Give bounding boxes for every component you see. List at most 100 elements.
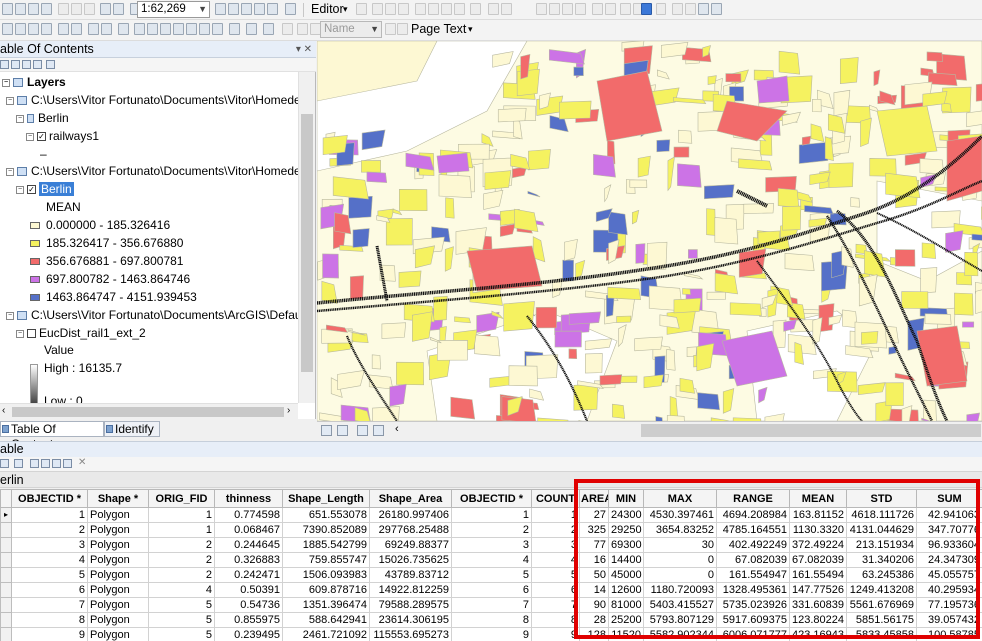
table-cell[interactable]: 8 <box>11 612 88 628</box>
copy-icon[interactable] <box>71 3 82 15</box>
table-cell[interactable]: Polygon <box>87 567 149 583</box>
table-cell[interactable]: 331.60839 <box>789 597 847 613</box>
catalog-window-icon[interactable] <box>241 3 252 15</box>
column-header[interactable]: MEAN <box>789 489 847 508</box>
layout-view-icon[interactable] <box>337 425 348 436</box>
legend-class-1[interactable]: 0.000000 - 185.326416 <box>30 216 170 234</box>
table-cell[interactable]: 161.55494 <box>789 567 847 583</box>
toc-layer-railways[interactable]: − ✓ railways1 <box>26 127 99 145</box>
html-popup-icon[interactable] <box>212 23 223 35</box>
related-tables-icon[interactable] <box>14 459 23 468</box>
toc-layer-berlin[interactable]: − ✓ Berlin <box>16 180 74 198</box>
back-arrow-icon[interactable] <box>88 23 99 35</box>
measure-icon[interactable] <box>620 3 631 15</box>
chevron-right-icon[interactable]: › <box>287 405 290 416</box>
visibility-checkbox[interactable]: ✓ <box>37 132 46 142</box>
refresh-map-icon[interactable] <box>357 425 368 436</box>
table-cell[interactable]: 12600 <box>608 582 644 598</box>
new-document-icon[interactable] <box>2 3 13 15</box>
column-header[interactable]: OBJECTID * <box>11 489 88 508</box>
table-cell[interactable]: 90 <box>579 597 609 613</box>
table-cell[interactable]: 16 <box>579 552 609 568</box>
table-cell[interactable]: 2461.721092 <box>282 627 370 641</box>
table-cell[interactable]: 1 <box>148 522 215 538</box>
visibility-checkbox[interactable]: ✓ <box>27 185 36 195</box>
chart-icon[interactable] <box>685 3 696 15</box>
table-cell[interactable]: Polygon <box>87 537 149 553</box>
table-cell[interactable]: 77.195736 <box>916 597 982 613</box>
table-cell[interactable]: 67.082039 <box>716 552 790 568</box>
map-canvas[interactable] <box>317 41 982 421</box>
table-cell[interactable]: 8 <box>531 612 580 628</box>
table-cell[interactable]: 1328.495361 <box>716 582 790 598</box>
cut-icon[interactable] <box>58 3 69 15</box>
table-row[interactable]: 8 Polygon 5 0.855975 588.642941 23614.306195 8… <box>0 612 982 628</box>
table-row[interactable]: ▸ 1 Polygon 1 0.774598 651.553078 26180.997406… <box>0 507 982 523</box>
search-window-icon[interactable] <box>254 3 265 15</box>
create-features-icon[interactable] <box>470 3 481 15</box>
table-cell[interactable]: 77 <box>579 537 609 553</box>
table-cell[interactable]: 1 <box>11 507 88 523</box>
table-cell[interactable]: 24300 <box>608 507 644 523</box>
table-cell[interactable]: 27 <box>579 507 609 523</box>
split-tool-icon[interactable] <box>415 3 426 15</box>
table-cell[interactable]: 402.492249 <box>716 537 790 553</box>
table-cell[interactable]: 43789.83712 <box>369 567 452 583</box>
trace-icon[interactable] <box>398 3 409 15</box>
table-cell[interactable]: 14400 <box>608 552 644 568</box>
collapse-icon[interactable]: − <box>2 78 10 87</box>
table-cell[interactable]: 5 <box>148 597 215 613</box>
column-header[interactable]: SUM <box>916 489 982 508</box>
rotate-tool-icon[interactable] <box>428 3 439 15</box>
toc-folder-path[interactable]: − C:\Users\Vitor Fortunato\Documents\Vito… <box>6 162 298 180</box>
table-cell[interactable]: Polygon <box>87 627 149 641</box>
column-header[interactable]: COUNT <box>531 489 580 508</box>
row-selector[interactable] <box>0 552 12 568</box>
table-cell[interactable]: 372.49224 <box>789 537 847 553</box>
row-selector[interactable] <box>0 597 12 613</box>
table-cell[interactable]: 3 <box>451 537 532 553</box>
table-cell[interactable]: 4 <box>148 582 215 598</box>
table-cell[interactable]: 651.553078 <box>282 507 370 523</box>
table-cell[interactable]: 588.642941 <box>282 612 370 628</box>
python-icon[interactable] <box>285 3 296 15</box>
toc-vertical-scrollbar[interactable] <box>298 72 315 403</box>
list-by-source-icon[interactable] <box>11 60 20 69</box>
table-cell[interactable]: 69300 <box>608 537 644 553</box>
table-cell[interactable]: 9 <box>531 627 580 641</box>
table-cell[interactable]: 115553.695273 <box>369 627 452 641</box>
table-cell[interactable]: Polygon <box>87 612 149 628</box>
full-extent-icon[interactable] <box>41 23 52 35</box>
table-cell[interactable]: 3 <box>11 537 88 553</box>
legend-class-4[interactable]: 697.800782 - 1463.864746 <box>30 270 190 288</box>
table-cell[interactable]: 39.057432 <box>916 612 982 628</box>
table-cell[interactable]: 1130.3320 <box>789 522 847 538</box>
table-cell[interactable]: 45.055757 <box>916 567 982 583</box>
column-header[interactable]: Shape_Area <box>369 489 452 508</box>
create-viewer-icon[interactable] <box>246 23 257 35</box>
table-cell[interactable]: 7 <box>11 597 88 613</box>
topology-icon[interactable] <box>488 3 499 15</box>
table-cell[interactable]: 5582.902344 <box>643 627 717 641</box>
find-icon[interactable] <box>160 23 171 35</box>
collapse-icon[interactable]: − <box>6 167 14 176</box>
table-cell[interactable]: 2 <box>451 522 532 538</box>
georef-icon[interactable] <box>501 3 512 15</box>
toc-layer-eucdist[interactable]: − EucDist_rail1_ext_2 <box>16 324 146 342</box>
arctoolbox-icon[interactable] <box>267 3 278 15</box>
table-cell[interactable]: 5735.023926 <box>716 597 790 613</box>
column-header[interactable]: Shape * <box>87 489 149 508</box>
zoom-whole-page-icon[interactable] <box>575 3 586 15</box>
table-cell[interactable]: 5 <box>148 627 215 641</box>
row-header-corner[interactable] <box>0 489 12 508</box>
forward-arrow-icon[interactable] <box>101 23 112 35</box>
toc-group-layer[interactable]: − Berlin <box>16 109 69 127</box>
table-cell[interactable]: 6 <box>11 582 88 598</box>
toc-folder-path[interactable]: − C:\Users\Vitor Fortunato\Documents\Vito… <box>6 91 298 109</box>
clear-selection-icon[interactable] <box>52 459 61 468</box>
table-cell[interactable]: 30 <box>643 537 717 553</box>
sketch-properties-icon[interactable] <box>454 3 465 15</box>
table-cell[interactable]: 26180.997406 <box>369 507 452 523</box>
legend-class-3[interactable]: 356.676881 - 697.800781 <box>30 252 183 270</box>
row-selector[interactable] <box>0 582 12 598</box>
